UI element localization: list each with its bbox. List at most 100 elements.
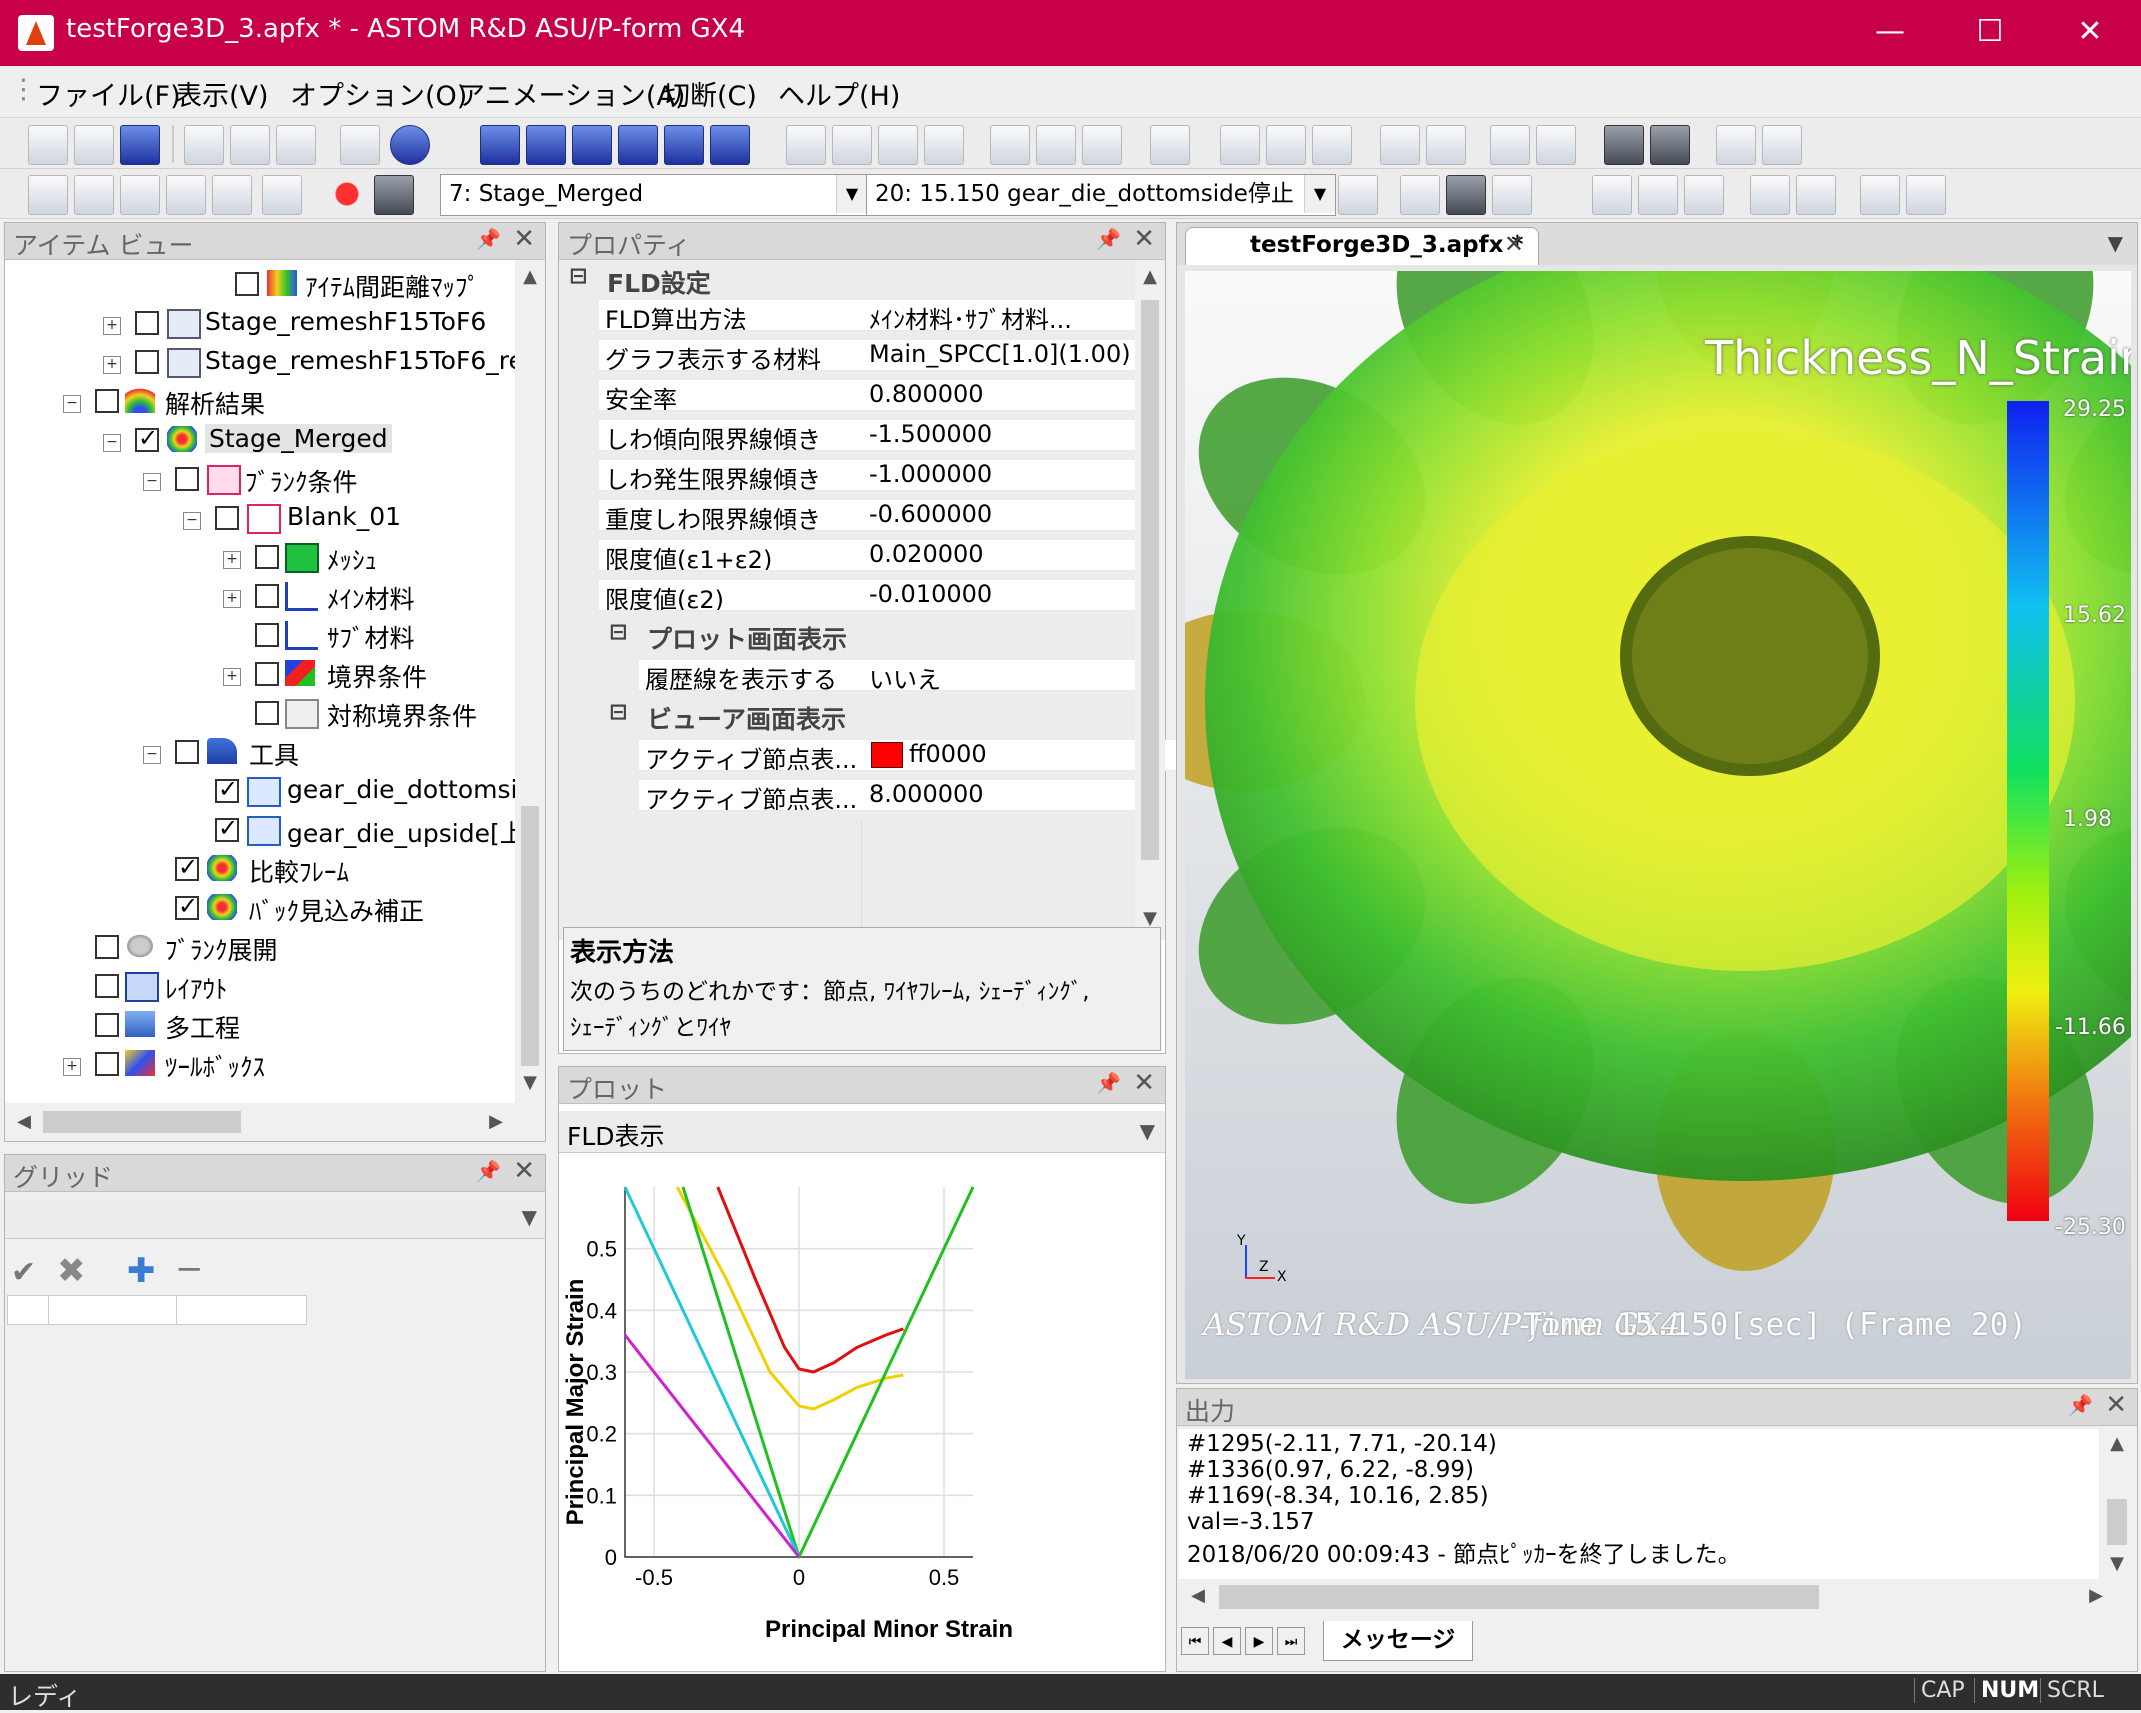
prop-row[interactable]: 履歴線を表示する いいえ (639, 660, 1143, 691)
collapse-icon[interactable]: ⊟ (609, 620, 627, 645)
scroll-right-icon[interactable]: ▶ (481, 1111, 511, 1132)
prop-value[interactable]: -0.010000 (861, 580, 1143, 611)
tree-checkbox[interactable] (135, 350, 159, 374)
film-icon[interactable] (374, 175, 414, 215)
close-icon[interactable]: ✕ (513, 224, 535, 254)
tree-checkbox[interactable] (255, 662, 279, 686)
prev-tab-icon[interactable]: ◀ (1213, 1627, 1241, 1655)
scroll-thumb[interactable] (2107, 1499, 2127, 1545)
tree-row[interactable]: 多工程 (5, 1009, 515, 1047)
window-icon[interactable] (1400, 175, 1440, 215)
last-frame-icon[interactable] (212, 175, 252, 215)
tree-checkbox[interactable] (255, 623, 279, 647)
collapse-icon[interactable]: ⊟ (609, 700, 627, 725)
iso-view-4-icon[interactable] (924, 125, 964, 165)
tree-checkbox[interactable] (95, 935, 119, 959)
collapse-icon[interactable]: − (103, 434, 121, 452)
prop-row[interactable]: アクティブ節点表... ff0000 (639, 740, 1183, 771)
chevron-down-icon[interactable]: ▼ (1140, 1119, 1155, 1143)
prop-row[interactable]: グラフ表示する材料 Main_SPCC[1.0](1.00) (599, 340, 1143, 371)
scroll-thumb[interactable] (1219, 1585, 1819, 1609)
save-icon[interactable] (120, 125, 160, 165)
tree-checkbox[interactable] (255, 545, 279, 569)
prop-value[interactable]: -1.500000 (861, 420, 1143, 451)
view-bottom-icon[interactable] (618, 125, 658, 165)
collapse-icon[interactable]: − (183, 512, 201, 530)
list-icon[interactable] (1338, 175, 1378, 215)
menu-options[interactable]: オプション(O) (290, 74, 467, 113)
loop-icon[interactable] (262, 175, 302, 215)
properties-vscroll[interactable]: ▲ ▼ (1135, 260, 1165, 940)
tree-row[interactable]: 比較ﾌﾚｰﾑ (5, 853, 515, 891)
pin-icon[interactable]: 📌 (2068, 1393, 2093, 1417)
tree-checkbox[interactable] (235, 272, 259, 296)
paste-icon[interactable] (276, 125, 316, 165)
tree-row[interactable]: − ﾌﾞﾗﾝｸ条件 (5, 463, 515, 501)
scroll-right-icon[interactable]: ▶ (2081, 1585, 2111, 1606)
tab-document[interactable]: testForge3D_3.apfx * ✕ (1185, 227, 1539, 265)
triangle-icon[interactable] (1684, 175, 1724, 215)
tree-checkbox[interactable] (175, 467, 199, 491)
tree-checkbox[interactable] (135, 424, 159, 452)
scroll-down-icon[interactable]: ▼ (515, 1072, 545, 1093)
tree-row[interactable]: 対称境界条件 (5, 697, 515, 735)
print-icon[interactable] (340, 125, 380, 165)
peak-icon[interactable] (1750, 175, 1790, 215)
menu-help[interactable]: ヘルプ(H) (778, 74, 900, 113)
prop-value[interactable]: ﾒｲﾝ材料･ｻﾌﾞ材料... (861, 300, 1143, 331)
prop-value[interactable]: いいえ (861, 660, 1143, 691)
new-file-icon[interactable] (28, 125, 68, 165)
view-left-icon[interactable] (664, 125, 704, 165)
help-context-icon[interactable] (1716, 125, 1756, 165)
category-plot[interactable]: ⊟ プロット画面表示 (599, 616, 1135, 654)
pin-icon[interactable]: 📌 (1096, 1071, 1121, 1095)
view-back-icon[interactable] (526, 125, 566, 165)
fld-chart[interactable]: -0.5 0 0.5 0 0.1 0.2 0.3 0.4 0.5 Principal Minor… (559, 1157, 1165, 1669)
minimize-button[interactable]: — (1860, 8, 1920, 56)
frame-select[interactable]: 20: 15.150 gear_die_dottomside停止 ▼ (866, 174, 1336, 216)
view-right-icon[interactable] (710, 125, 750, 165)
tree-row[interactable]: gear_die_dottomside (5, 775, 515, 813)
add-icon[interactable]: ✚ (127, 1251, 156, 1291)
tree-checkbox[interactable] (255, 701, 279, 725)
prop-row[interactable]: 限度値(ε2) -0.010000 (599, 580, 1143, 611)
tree-row[interactable]: ｱｲﾃﾑ間距離ﾏｯﾌﾟ (5, 268, 515, 306)
close-button[interactable]: ✕ (2060, 8, 2120, 56)
node-axis-icon[interactable] (1426, 125, 1466, 165)
scroll-thumb[interactable] (43, 1111, 241, 1133)
scroll-thumb[interactable] (1141, 300, 1159, 860)
copy-view-icon[interactable] (1492, 175, 1532, 215)
transform-2-icon[interactable] (1906, 175, 1946, 215)
output-hscroll[interactable]: ◀ ▶ (1179, 1579, 2135, 1615)
first-frame-icon[interactable] (28, 175, 68, 215)
tree-row[interactable]: + Stage_remeshF15ToF6 (5, 307, 515, 345)
tree-checkbox[interactable] (95, 974, 119, 998)
open-folder-icon[interactable] (74, 125, 114, 165)
play-icon[interactable] (120, 175, 160, 215)
check-icon[interactable]: ✔ (11, 1255, 36, 1290)
picker-icon[interactable] (1220, 125, 1260, 165)
prop-row[interactable]: しわ傾向限界線傾き -1.500000 (599, 420, 1143, 451)
expand-icon[interactable]: + (223, 551, 241, 569)
chevron-down-icon[interactable]: ▼ (836, 175, 867, 213)
category-viewer[interactable]: ⊟ ビューア画面表示 (599, 696, 1135, 734)
tree-row[interactable]: ﾌﾞﾗﾝｸ展開 (5, 931, 515, 969)
last-tab-icon[interactable]: ⏭ (1277, 1627, 1305, 1655)
tree-row[interactable]: ﾚｲｱｳﾄ (5, 970, 515, 1008)
close-icon[interactable]: ✕ (513, 1156, 535, 1186)
tree-checkbox[interactable] (95, 1052, 119, 1076)
tree-row[interactable]: + 境界条件 (5, 658, 515, 696)
color-swatch[interactable] (871, 742, 903, 768)
expand-icon[interactable]: + (63, 1058, 81, 1076)
collapse-icon[interactable]: ⊟ (569, 264, 587, 289)
grid-combo[interactable]: ▼ (5, 1199, 545, 1239)
close-icon[interactable]: ✕ (1133, 224, 1155, 254)
collapse-icon[interactable]: − (143, 473, 161, 491)
item-view-vscroll[interactable]: ▲ ▼ (515, 260, 545, 1103)
pin-icon[interactable]: 📌 (1096, 227, 1121, 251)
panel-2-icon[interactable] (1650, 125, 1690, 165)
select-icon[interactable] (1266, 125, 1306, 165)
pin-icon[interactable]: 📌 (476, 1159, 501, 1183)
prop-row[interactable]: アクティブ節点表... 8.000000 (639, 780, 1143, 811)
expand-icon[interactable]: + (223, 590, 241, 608)
